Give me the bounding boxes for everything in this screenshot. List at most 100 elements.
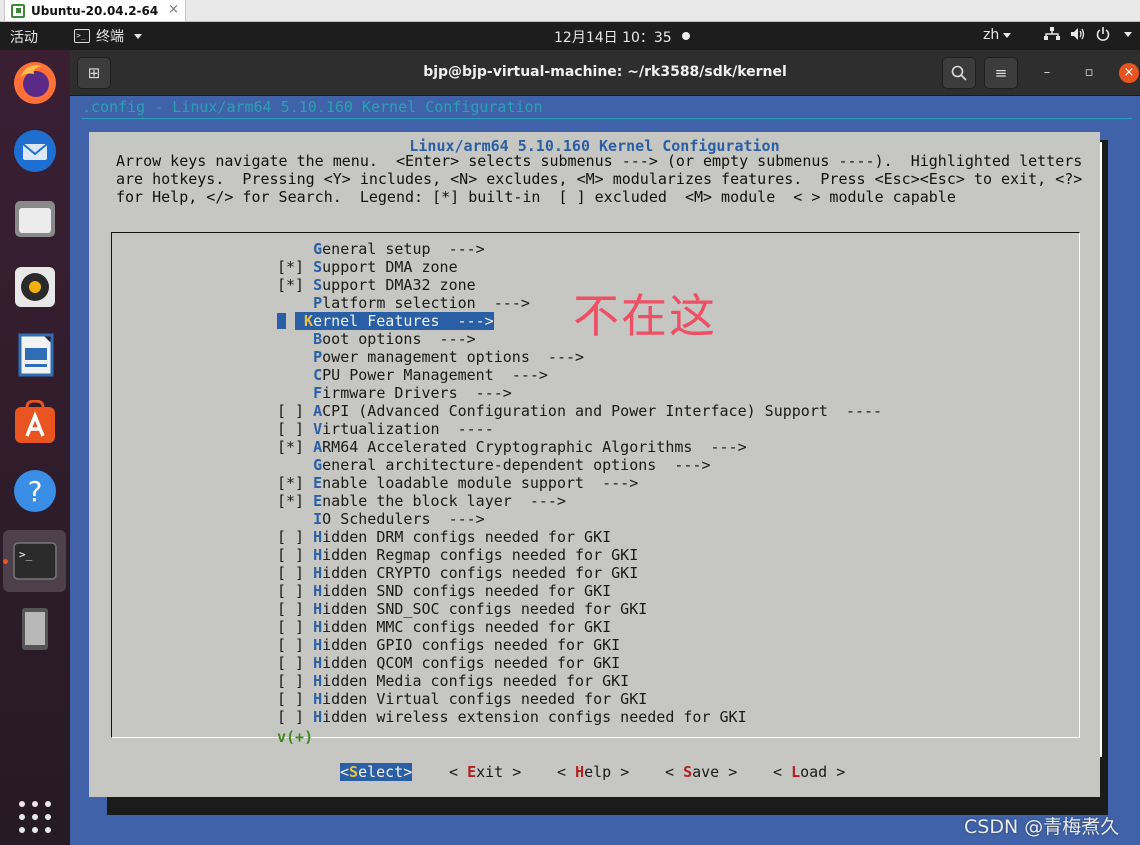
menu-item-label: eneral architecture-dependent options --…	[322, 456, 711, 474]
more-indicator: v(+)	[277, 728, 314, 746]
dialog-button-ave[interactable]: < Save >	[665, 763, 737, 781]
menu-item-hotkey: F	[313, 384, 323, 402]
menu-item[interactable]: [ ] ACPI (Advanced Configuration and Pow…	[277, 402, 882, 420]
rhythmbox-icon[interactable]	[12, 264, 58, 310]
terminal-content[interactable]: .config - Linux/arm64 5.10.160 Kernel Co…	[70, 96, 1140, 845]
clock[interactable]: 12月14日 10：35	[554, 27, 672, 47]
vm-tab-close-icon[interactable]: ×	[168, 2, 179, 17]
menu-item-label: upport DMA32 zone	[322, 276, 476, 294]
menu-item[interactable]: Platform selection --->	[277, 294, 530, 312]
help-text-line: for Help, </> for Search. Legend: [*] bu…	[116, 188, 956, 206]
device-icon[interactable]	[12, 606, 58, 652]
menu-item[interactable]: [ ] Hidden SND_SOC configs needed for GK…	[277, 600, 647, 618]
hamburger-menu-button[interactable]: ≡	[984, 57, 1018, 89]
menu-item-state: [ ]	[277, 546, 314, 564]
menu-item-state: [ ]	[277, 528, 314, 546]
help-icon[interactable]: ?	[12, 468, 58, 514]
menu-item[interactable]: General setup --->	[277, 240, 485, 258]
menu-item[interactable]: [*] ARM64 Accelerated Cryptographic Algo…	[277, 438, 747, 456]
menu-item-label: idden MMC configs needed for GKI	[322, 618, 612, 636]
dialog-button-bracket: <	[557, 763, 576, 781]
help-text-line: Arrow keys navigate the menu. <Enter> se…	[116, 152, 1083, 170]
menu-item-label: irmware Drivers --->	[322, 384, 512, 402]
menu-item[interactable]: [ ] Hidden Regmap configs needed for GKI	[277, 546, 638, 564]
dialog-border	[1100, 142, 1102, 757]
menu-item[interactable]: [ ] Hidden SND configs needed for GKI	[277, 582, 611, 600]
minimize-button[interactable]: –	[1037, 63, 1057, 83]
app-grid-icon[interactable]	[12, 794, 58, 840]
files-icon[interactable]	[12, 196, 58, 242]
menu-item[interactable]: [ ] Hidden GPIO configs needed for GKI	[277, 636, 620, 654]
network-icon	[1044, 27, 1060, 40]
system-tray[interactable]	[1044, 27, 1132, 41]
dialog-button-label: elect	[358, 763, 404, 781]
dialog-button-face: < Help >	[557, 763, 629, 781]
close-button[interactable]: ×	[1119, 63, 1139, 83]
menu-item[interactable]: IO Schedulers --->	[277, 510, 485, 528]
vm-tab-label: Ubuntu-20.04.2-64	[31, 3, 159, 18]
dialog-button-oad[interactable]: < Load >	[773, 763, 845, 781]
menu-item[interactable]: [ ] Hidden Media configs needed for GKI	[277, 672, 629, 690]
menu-item-hotkey: I	[313, 510, 323, 528]
menu-item[interactable]: [ ] Virtualization ----	[277, 420, 494, 438]
menu-item-hotkey: H	[313, 600, 323, 618]
menu-item-state	[277, 240, 313, 258]
dialog-button-bracket: >	[611, 763, 630, 781]
menu-item[interactable]: [ ] Hidden Virtual configs needed for GK…	[277, 690, 647, 708]
menu-item[interactable]: [ ] Hidden CRYPTO configs needed for GKI	[277, 564, 638, 582]
app-menu[interactable]: >_ 终端	[74, 26, 142, 46]
menu-item[interactable]: Kernel Features --->	[277, 312, 494, 330]
dialog-button-xit[interactable]: < Exit >	[449, 763, 521, 781]
dialog-button-bracket: >	[503, 763, 522, 781]
menu-item[interactable]: CPU Power Management --->	[277, 366, 548, 384]
menu-item[interactable]: Firmware Drivers --->	[277, 384, 512, 402]
thunderbird-icon[interactable]	[12, 128, 58, 174]
menu-item[interactable]: [*] Support DMA32 zone	[277, 276, 476, 294]
menu-item-label: ower management options --->	[322, 348, 585, 366]
menu-item[interactable]: [ ] Hidden QCOM configs needed for GKI	[277, 654, 620, 672]
notification-dot-icon	[682, 32, 690, 40]
menu-item-hotkey: S	[313, 276, 323, 294]
menu-item-label: RM64 Accelerated Cryptographic Algorithm…	[322, 438, 747, 456]
window-titlebar[interactable]: ⊞ bjp@bjp-virtual-machine: ~/rk3588/sdk/…	[70, 50, 1140, 96]
dialog-button-elp[interactable]: < Help >	[557, 763, 629, 781]
dialog-button-bracket: <	[773, 763, 792, 781]
menu-item[interactable]: [*] Support DMA zone	[277, 258, 458, 276]
menu-item-hotkey: P	[313, 294, 323, 312]
menu-item-label: idden Media configs needed for GKI	[322, 672, 630, 690]
menu-item-hotkey: H	[313, 564, 323, 582]
menu-item-label: ernel Features --->	[313, 312, 494, 330]
menu-item-state: [ ]	[277, 708, 314, 726]
terminal-window: ⊞ bjp@bjp-virtual-machine: ~/rk3588/sdk/…	[70, 50, 1140, 845]
maximize-button[interactable]: ▫	[1079, 63, 1099, 83]
chevron-down-icon	[134, 33, 142, 39]
dialog-button-label: elp	[584, 763, 612, 781]
menu-item[interactable]: [*] Enable the block layer --->	[277, 492, 566, 510]
watermark: CSDN @青梅煮久	[964, 816, 1120, 838]
software-icon[interactable]	[12, 400, 58, 446]
firefox-icon[interactable]	[12, 60, 58, 106]
menu-item[interactable]: General architecture-dependent options -…	[277, 456, 710, 474]
menu-item[interactable]: Boot options --->	[277, 330, 476, 348]
menu-item-hotkey: H	[313, 528, 323, 546]
terminal-icon[interactable]: >_	[12, 538, 58, 584]
vm-tab[interactable]: Ubuntu-20.04.2-64 ×	[4, 0, 186, 22]
dialog-button-label: oad	[800, 763, 828, 781]
menu-item[interactable]: [ ] Hidden MMC configs needed for GKI	[277, 618, 611, 636]
input-method-label: zh	[983, 27, 1000, 43]
menu-item-state	[277, 384, 313, 402]
menu-item-state: [ ]	[277, 618, 314, 636]
search-button[interactable]	[942, 57, 976, 89]
annotation-text: 不在这	[573, 289, 717, 343]
dialog-button-elect[interactable]: <Select>	[340, 763, 413, 781]
dialog-button-hotkey: E	[467, 763, 477, 781]
menu-item[interactable]: [ ] Hidden wireless extension configs ne…	[277, 708, 747, 726]
menu-item[interactable]: [ ] Hidden DRM configs needed for GKI	[277, 528, 611, 546]
activities-button[interactable]: 活动	[10, 27, 38, 47]
writer-icon[interactable]	[12, 332, 58, 378]
menu-item[interactable]: [*] Enable loadable module support --->	[277, 474, 638, 492]
dialog-button-bracket: <	[340, 763, 350, 781]
dialog-button-hotkey: H	[575, 763, 585, 781]
menu-item[interactable]: Power management options --->	[277, 348, 584, 366]
input-method-menu[interactable]: zh	[983, 27, 1012, 43]
